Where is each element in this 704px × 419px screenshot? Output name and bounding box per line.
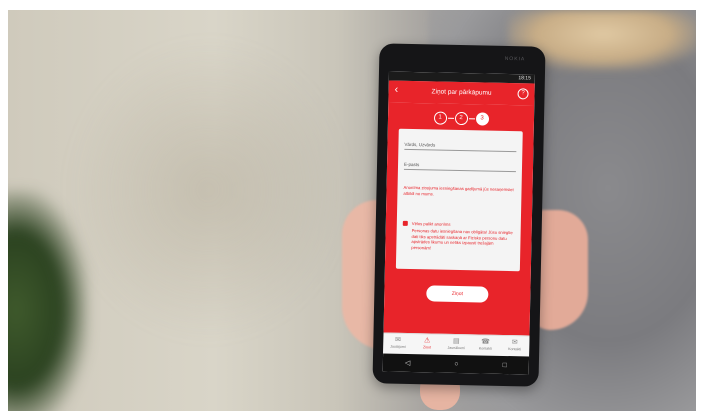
nav-back-icon[interactable]: ◁ <box>405 359 411 367</box>
background-blur <box>68 40 348 340</box>
anonymous-warning: Anonīma ziņojuma iesniegšanas gadījumā j… <box>403 184 514 196</box>
news-icon: ▤ <box>452 337 460 346</box>
anonymous-checkbox[interactable] <box>402 220 408 226</box>
tab-mail[interactable]: ✉ Kontakti <box>500 336 530 357</box>
tab-report[interactable]: ⚠ Ziņot <box>412 334 442 355</box>
step-connector <box>447 118 454 120</box>
help-icon[interactable]: ? <box>517 88 529 100</box>
form-area: 123 Vārds, Uzvārds E-pasts Anonīma ziņoj… <box>383 102 535 337</box>
status-time: 18:15 <box>518 75 531 82</box>
send-button[interactable]: Ziņot <box>426 285 489 303</box>
android-nav-bar: ◁ ○ □ <box>382 353 530 375</box>
email-placeholder: E-pasts <box>403 161 420 168</box>
step-indicator: 123 <box>388 108 534 126</box>
step-1[interactable]: 1 <box>433 111 447 125</box>
tab-questions[interactable]: ✉ Jautājumi <box>383 333 413 354</box>
name-field[interactable]: Vārds, Uzvārds <box>404 134 517 153</box>
page-title: Ziņot par pārkāpumu <box>431 88 492 97</box>
step-connector <box>468 118 475 120</box>
warning-icon: ⚠ <box>423 337 431 345</box>
mail-icon: ✉ <box>511 339 518 347</box>
step-2[interactable]: 2 <box>454 112 468 126</box>
plant-leaves <box>8 190 88 411</box>
anonymous-label[interactable]: Vēlos palikt anonīms <box>412 221 451 227</box>
email-field[interactable]: E-pasts <box>403 154 517 173</box>
smartphone: NOKIA 18:15 ‹ Ziņot par pārkāpumu ? 123 … <box>372 43 546 387</box>
nav-home-icon[interactable]: ○ <box>454 360 458 367</box>
step-3[interactable]: 3 <box>475 112 489 126</box>
tab-news[interactable]: ▤ Jaunākumi <box>441 335 471 356</box>
name-placeholder: Vārds, Uzvārds <box>404 141 436 148</box>
tab-contacts[interactable]: ☎ Kontakti <box>471 335 501 356</box>
consent-text: Personas datu iesniegšana nav obligāta! … <box>411 228 513 250</box>
form-card: Vārds, Uzvārds E-pasts Anonīma ziņojuma … <box>395 128 523 272</box>
phone-screen: 18:15 ‹ Ziņot par pārkāpumu ? 123 Vārds,… <box>382 71 535 375</box>
contacts-icon: ☎ <box>481 338 490 346</box>
nav-recents-icon[interactable]: □ <box>503 361 507 368</box>
chat-icon: ✉ <box>394 336 401 344</box>
bottom-tab-bar: ✉ Jautājumi ⚠ Ziņot ▤ Jaunākumi ☎ Kontakti ✉… <box>383 332 530 357</box>
app-bar: ‹ Ziņot par pārkāpumu ? <box>388 80 535 106</box>
device-brand: NOKIA <box>504 55 526 63</box>
